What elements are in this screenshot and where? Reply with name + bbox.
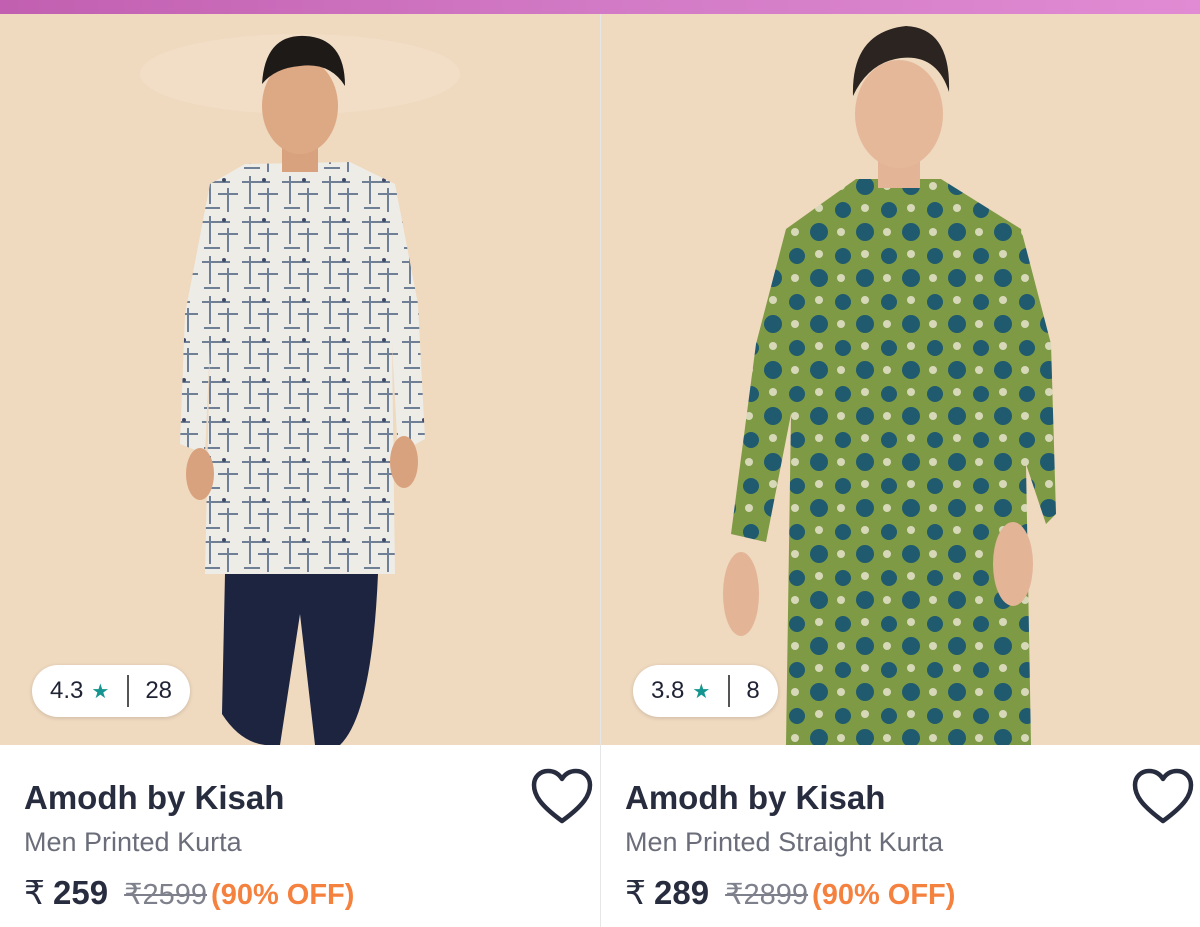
star-icon: ★ [91,680,110,703]
original-price: ₹2599 [124,879,208,911]
product-brand: Amodh by Kisah [24,779,285,816]
product-info[interactable]: Amodh by Kisah Men Printed Kurta ₹259 ₹2… [0,745,600,927]
rating-divider [728,675,731,707]
wishlist-button[interactable] [1131,767,1195,827]
heart-icon [1132,768,1194,824]
price-value: 289 [654,874,710,911]
selling-price: ₹289 [625,873,709,912]
price-row: ₹289 ₹2899 (90% OFF) [625,873,955,912]
rating-value: 4.3 [50,677,84,704]
product-image[interactable] [0,14,600,745]
top-accent-bar [0,0,1200,14]
product-grid: 4.3 ★ 28 Amodh by Kisah Men Printed Kurt… [0,14,1200,927]
rating-badge: 3.8 ★ 8 [633,665,778,717]
price-row: ₹259 ₹2599 (90% OFF) [24,873,354,912]
rating-count: 28 [145,677,173,704]
product-name: Men Printed Straight Kurta [625,827,944,857]
product-brand: Amodh by Kisah [625,779,886,816]
rating-count: 8 [746,677,760,704]
heart-icon [531,768,593,824]
price-value: 259 [53,874,109,911]
star-icon: ★ [692,680,711,703]
rating-divider [127,675,130,707]
product-image[interactable] [601,14,1200,745]
product-name: Men Printed Kurta [24,827,242,857]
discount-label: (90% OFF) [211,879,355,911]
rating-badge: 4.3 ★ 28 [32,665,191,717]
product-info[interactable]: Amodh by Kisah Men Printed Straight Kurt… [601,745,1200,927]
currency-symbol: ₹ [24,874,45,911]
discount-label: (90% OFF) [812,879,956,911]
product-card[interactable]: 4.3 ★ 28 Amodh by Kisah Men Printed Kurt… [0,14,600,927]
product-card[interactable]: 3.8 ★ 8 Amodh by Kisah Men Printed Strai… [600,14,1200,927]
original-price: ₹2899 [725,879,809,911]
rating-value: 3.8 [651,677,685,704]
wishlist-button[interactable] [530,767,594,827]
currency-symbol: ₹ [625,874,646,911]
selling-price: ₹259 [24,873,108,912]
